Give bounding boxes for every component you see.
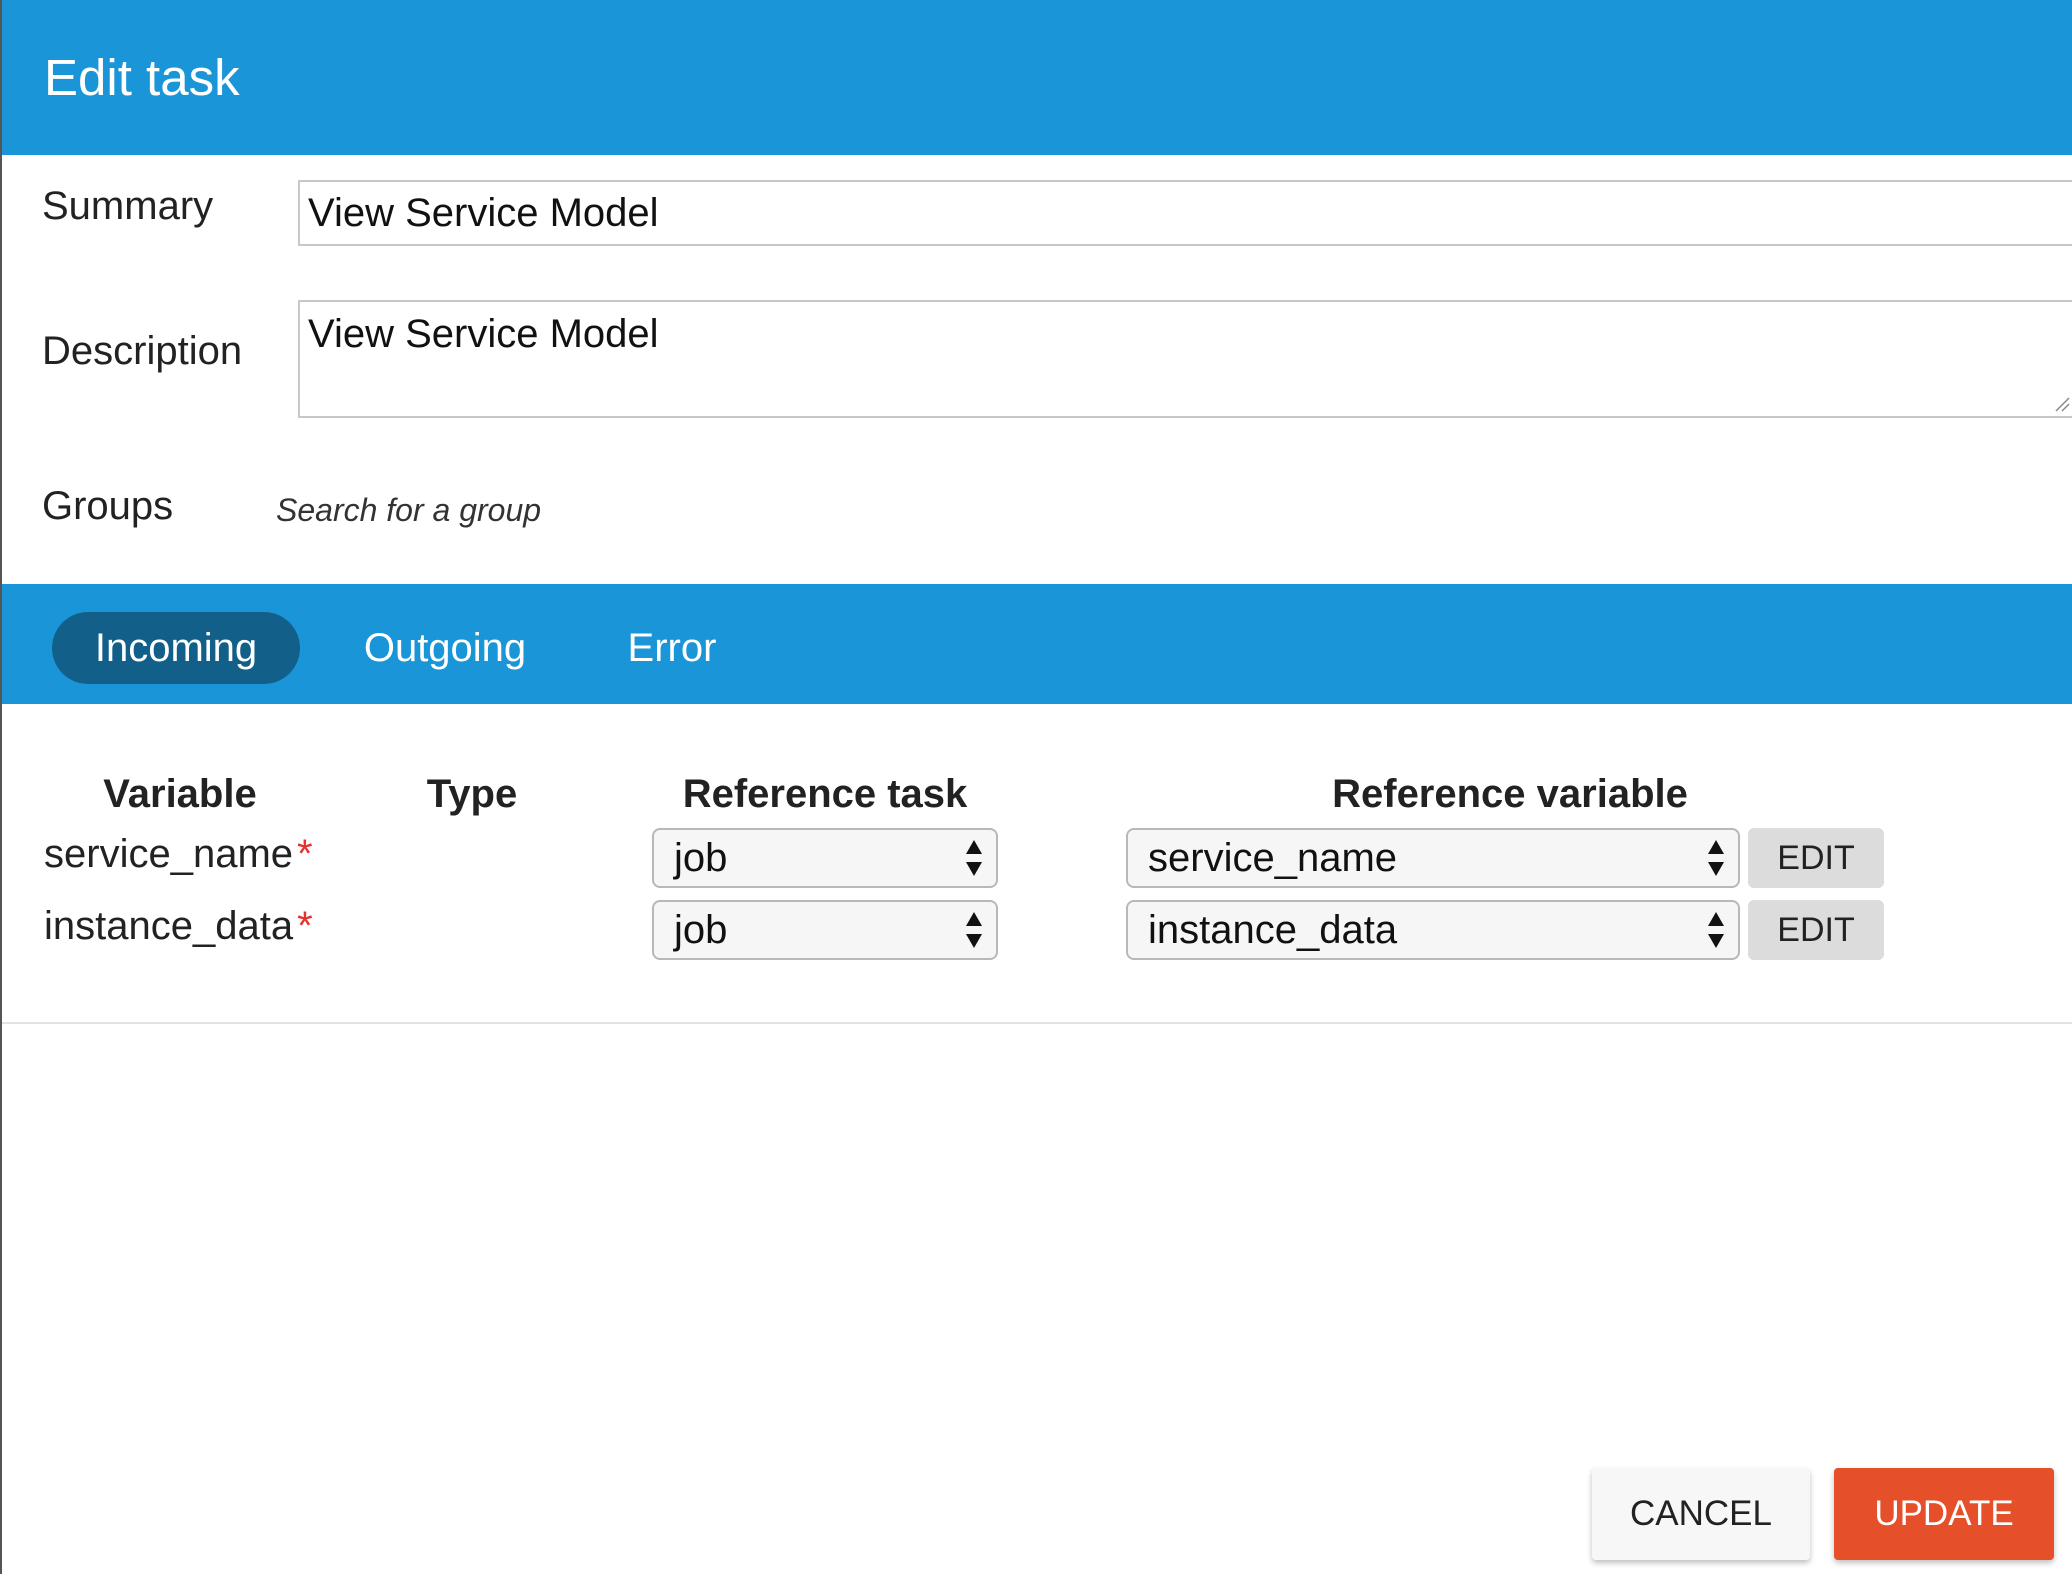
- reference-variable-value: instance_data: [1148, 908, 1398, 952]
- reference-variable-value: service_name: [1148, 836, 1398, 880]
- section-divider: [2, 1022, 2072, 1024]
- window-left-edge: [0, 0, 2, 1574]
- reference-task-select[interactable]: job: [652, 828, 998, 888]
- tab-bar: Incoming Outgoing Error: [2, 584, 2072, 704]
- updown-arrows-icon: [1708, 912, 1724, 948]
- variable-name: service_name: [44, 832, 294, 876]
- resize-grip-icon[interactable]: [2054, 396, 2070, 412]
- summary-input[interactable]: [298, 180, 2072, 246]
- update-button[interactable]: UPDATE: [1834, 1468, 2054, 1560]
- dialog-header: Edit task: [2, 0, 2072, 155]
- variable-name-row: service_name *: [44, 830, 313, 878]
- reference-variable-select[interactable]: instance_data: [1126, 900, 1740, 960]
- reference-task-value: job: [674, 836, 728, 880]
- description-label: Description: [42, 329, 243, 373]
- edit-button[interactable]: EDIT: [1748, 900, 1884, 960]
- tab-error[interactable]: Error: [602, 612, 742, 684]
- column-header-reference-task: Reference task: [682, 772, 968, 816]
- reference-task-value: job: [674, 908, 728, 952]
- updown-arrows-icon: [966, 840, 982, 876]
- updown-arrows-icon: [966, 912, 982, 948]
- updown-arrows-icon: [1708, 840, 1724, 876]
- variable-name-row: instance_data *: [44, 902, 313, 950]
- tab-outgoing[interactable]: Outgoing: [340, 612, 550, 684]
- variable-name: instance_data: [44, 904, 294, 948]
- column-header-variable: Variable: [103, 772, 257, 816]
- reference-variable-select[interactable]: service_name: [1126, 828, 1740, 888]
- groups-label: Groups: [42, 484, 174, 528]
- groups-search-input[interactable]: [276, 488, 796, 532]
- description-textarea[interactable]: View Service Model: [298, 300, 2072, 418]
- required-asterisk: *: [297, 832, 313, 876]
- reference-task-select[interactable]: job: [652, 900, 998, 960]
- edit-button[interactable]: EDIT: [1748, 828, 1884, 888]
- tab-incoming[interactable]: Incoming: [52, 612, 300, 684]
- column-header-reference-variable: Reference variable: [1332, 772, 1688, 816]
- required-asterisk: *: [297, 904, 313, 948]
- dialog-title: Edit task: [44, 49, 240, 106]
- column-header-type: Type: [426, 772, 518, 816]
- cancel-button[interactable]: CANCEL: [1592, 1468, 1810, 1560]
- summary-label: Summary: [42, 184, 214, 228]
